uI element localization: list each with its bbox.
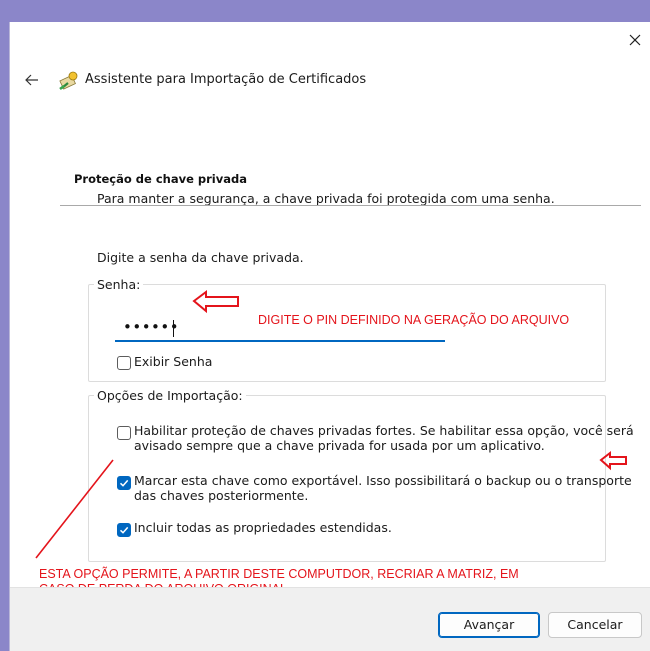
strong-protection-label-line2: avisado sempre que a chave privada for u…	[134, 438, 545, 453]
wizard-window: Assistente para Importação de Certificad…	[9, 22, 650, 651]
exportable-key-label-line1: Marcar esta chave como exportável. Isso …	[134, 473, 632, 488]
strong-protection-checkbox[interactable]	[117, 426, 131, 440]
import-options-legend: Opções de Importação:	[97, 388, 243, 403]
option-annotation-line1: ESTA OPÇÃO PERMITE, A PARTIR DESTE COMPU…	[39, 567, 519, 581]
pin-annotation: DIGITE O PIN DEFINIDO NA GERAÇÃO DO ARQU…	[258, 313, 570, 327]
close-icon[interactable]	[626, 31, 644, 49]
exportable-key-label-line2: das chaves posteriormente.	[134, 488, 309, 503]
password-group-legend: Senha:	[97, 277, 141, 292]
window-title: Assistente para Importação de Certificad…	[85, 72, 367, 87]
section-description: Para manter a segurança, a chave privada…	[97, 191, 555, 206]
checkmark-icon	[119, 526, 129, 534]
extended-properties-checkbox[interactable]	[117, 523, 131, 537]
next-button[interactable]: Avançar	[438, 612, 540, 638]
checkmark-icon	[119, 479, 129, 487]
password-prompt: Digite a senha da chave privada.	[97, 250, 304, 265]
certificate-wizard-icon	[58, 69, 82, 91]
exportable-key-checkbox[interactable]	[117, 476, 131, 490]
section-heading: Proteção de chave privada	[74, 172, 247, 186]
show-password-label: Exibir Senha	[134, 354, 213, 369]
back-arrow-icon[interactable]	[22, 71, 42, 89]
strong-protection-label-line1: Habilitar proteção de chaves privadas fo…	[134, 423, 634, 438]
text-caret	[173, 320, 174, 337]
show-password-checkbox[interactable]	[117, 356, 131, 370]
password-masked-value: ••••••	[123, 318, 180, 336]
header-divider	[60, 205, 641, 206]
cancel-button[interactable]: Cancelar	[548, 612, 642, 638]
extended-properties-label: Incluir todas as propriedades estendidas…	[134, 520, 392, 535]
